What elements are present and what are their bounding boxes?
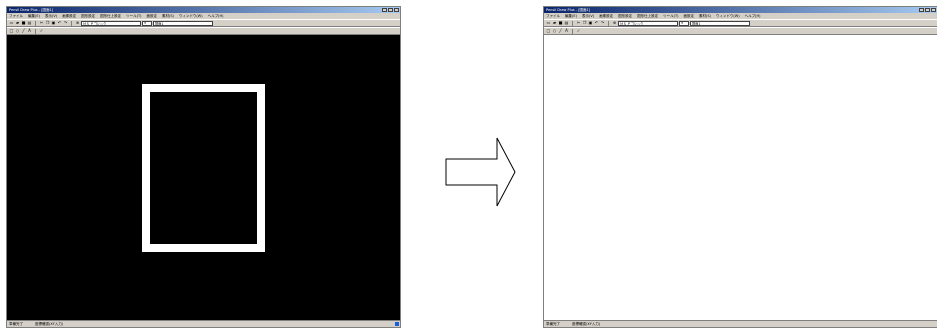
menu-file[interactable]: ファイル bbox=[546, 14, 560, 19]
menu-file[interactable]: ファイル bbox=[9, 14, 23, 19]
menu-surface[interactable]: 面設定 bbox=[683, 14, 694, 19]
paste-icon[interactable]: ▣ bbox=[588, 21, 593, 26]
toolbar-separator bbox=[608, 20, 609, 26]
standard-toolbar: ▭ ▰ ■ ▤ ✂ ❐ ▣ ↶ ↷ ⊕ ＭＳ Ｐゴシック 9 図面1 bbox=[7, 19, 400, 27]
undo-icon[interactable]: ↶ bbox=[57, 21, 62, 26]
copy-icon[interactable]: ❐ bbox=[582, 21, 587, 26]
open-icon[interactable]: ▰ bbox=[15, 21, 20, 26]
menu-material[interactable]: 素材(S) bbox=[162, 14, 174, 19]
close-button[interactable] bbox=[931, 8, 936, 12]
text-tool-icon[interactable]: A bbox=[564, 29, 569, 34]
toolbar-separator bbox=[71, 20, 72, 26]
close-button[interactable] bbox=[394, 8, 399, 12]
minimize-button[interactable] bbox=[919, 8, 924, 12]
menu-edit[interactable]: 編集(E) bbox=[565, 14, 577, 19]
menu-tools[interactable]: ツール(T) bbox=[126, 14, 141, 19]
font-select[interactable]: ＭＳ Ｐゴシック bbox=[81, 20, 141, 26]
new-icon[interactable]: ▭ bbox=[9, 21, 14, 26]
window-controls bbox=[382, 8, 400, 12]
menu-shape[interactable]: 図形設定 bbox=[81, 14, 95, 19]
line-tool-icon[interactable]: ╱ bbox=[21, 29, 26, 34]
drawn-rectangle bbox=[142, 84, 265, 252]
window-controls bbox=[919, 8, 937, 12]
resize-grip[interactable] bbox=[395, 322, 399, 326]
new-icon[interactable]: ▭ bbox=[546, 21, 551, 26]
status-ready: 準備完了 bbox=[546, 321, 560, 326]
status-ready: 準備完了 bbox=[9, 321, 23, 326]
toolbar-separator bbox=[35, 20, 36, 26]
print-icon[interactable]: ▤ bbox=[564, 21, 569, 26]
menu-view[interactable]: 表示(V) bbox=[45, 14, 57, 19]
menu-window[interactable]: ウィンドウ(W) bbox=[179, 14, 203, 19]
status-hint: 座標確認(XY入力) bbox=[35, 321, 64, 326]
maximize-button[interactable] bbox=[388, 8, 393, 12]
menu-finish[interactable]: 図形仕上設定 bbox=[637, 14, 658, 19]
drawing-canvas[interactable] bbox=[544, 35, 937, 320]
layer-select[interactable]: 図面1 bbox=[153, 20, 213, 26]
drawing-toolbar: □ ○ ╱ A ✓ bbox=[544, 27, 937, 35]
drawing-toolbar: □ ○ ╱ A ✓ bbox=[7, 27, 400, 35]
print-icon[interactable]: ▤ bbox=[27, 21, 32, 26]
size-select[interactable]: 9 bbox=[679, 20, 689, 26]
save-icon[interactable]: ■ bbox=[21, 21, 26, 26]
paste-icon[interactable]: ▣ bbox=[51, 21, 56, 26]
zoom-icon[interactable]: ⊕ bbox=[612, 21, 617, 26]
app-window-after: Pensil Draw Plus - [図面1] ファイル 編集(E) 表示(V… bbox=[543, 6, 937, 328]
toolbar-separator bbox=[572, 28, 573, 34]
menu-view[interactable]: 表示(V) bbox=[582, 14, 594, 19]
toolbar-separator bbox=[572, 20, 573, 26]
cut-icon[interactable]: ✂ bbox=[39, 21, 44, 26]
menu-edit[interactable]: 編集(E) bbox=[28, 14, 40, 19]
redo-icon[interactable]: ↷ bbox=[63, 21, 68, 26]
menu-help[interactable]: ヘルプ(H) bbox=[745, 14, 761, 19]
text-tool-icon[interactable]: A bbox=[27, 29, 32, 34]
zoom-icon[interactable]: ⊕ bbox=[75, 21, 80, 26]
status-bar: 準備完了 座標確認(XY入力) bbox=[544, 320, 937, 327]
standard-toolbar: ▭ ▰ ■ ▤ ✂ ❐ ▣ ↶ ↷ ⊕ ＭＳ Ｐゴシック 9 図面1 bbox=[544, 19, 937, 27]
rectangle-tool-icon[interactable]: □ bbox=[546, 29, 551, 34]
menu-help[interactable]: ヘルプ(H) bbox=[208, 14, 224, 19]
right-arrow-icon bbox=[445, 137, 516, 207]
menu-image[interactable]: 画像設定 bbox=[599, 14, 613, 19]
copy-icon[interactable]: ❐ bbox=[45, 21, 50, 26]
menu-surface[interactable]: 面設定 bbox=[146, 14, 157, 19]
maximize-button[interactable] bbox=[925, 8, 930, 12]
undo-icon[interactable]: ↶ bbox=[594, 21, 599, 26]
minimize-button[interactable] bbox=[382, 8, 387, 12]
cut-icon[interactable]: ✂ bbox=[576, 21, 581, 26]
ellipse-tool-icon[interactable]: ○ bbox=[15, 29, 20, 34]
menu-finish[interactable]: 図形仕上設定 bbox=[100, 14, 121, 19]
status-hint: 座標確認(XY入力) bbox=[572, 321, 601, 326]
menu-shape[interactable]: 図形設定 bbox=[618, 14, 632, 19]
check-icon[interactable]: ✓ bbox=[39, 29, 44, 34]
window-title: Pensil Draw Plus - [図面1] bbox=[9, 7, 54, 12]
menu-tools[interactable]: ツール(T) bbox=[663, 14, 678, 19]
layer-select[interactable]: 図面1 bbox=[690, 20, 750, 26]
line-tool-icon[interactable]: ╱ bbox=[558, 29, 563, 34]
ellipse-tool-icon[interactable]: ○ bbox=[552, 29, 557, 34]
redo-icon[interactable]: ↷ bbox=[600, 21, 605, 26]
open-icon[interactable]: ▰ bbox=[552, 21, 557, 26]
font-select[interactable]: ＭＳ Ｐゴシック bbox=[618, 20, 678, 26]
size-select[interactable]: 9 bbox=[142, 20, 152, 26]
menu-material[interactable]: 素材(S) bbox=[699, 14, 711, 19]
window-title: Pensil Draw Plus - [図面1] bbox=[546, 7, 591, 12]
rectangle-tool-icon[interactable]: □ bbox=[9, 29, 14, 34]
status-bar: 準備完了 座標確認(XY入力) bbox=[7, 320, 400, 327]
menu-window[interactable]: ウィンドウ(W) bbox=[716, 14, 740, 19]
save-icon[interactable]: ■ bbox=[558, 21, 563, 26]
menu-image[interactable]: 画像設定 bbox=[62, 14, 76, 19]
toolbar-separator bbox=[35, 28, 36, 34]
check-icon[interactable]: ✓ bbox=[576, 29, 581, 34]
